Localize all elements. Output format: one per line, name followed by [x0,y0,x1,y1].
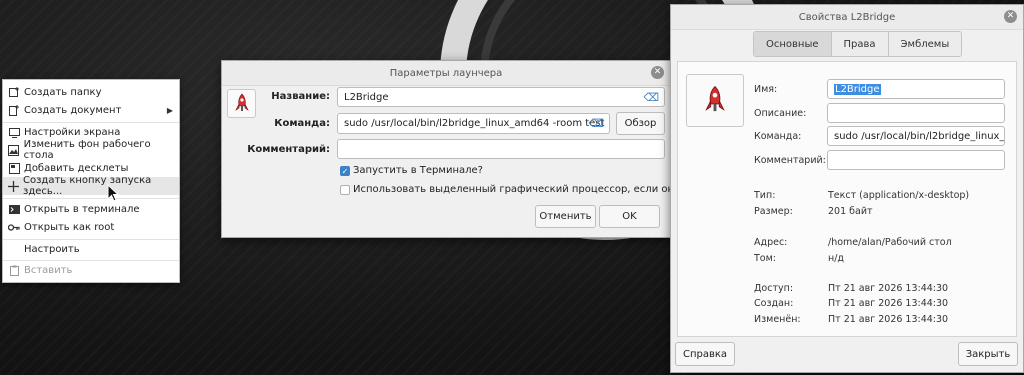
mouse-cursor-icon [107,183,120,205]
terminal-icon [8,203,20,215]
menu-item-new-document[interactable]: Создать документ ▶ [3,101,179,119]
launcher-title: Параметры лаунчера [389,67,503,79]
tab-basic[interactable]: Основные [754,32,832,56]
menu-item-paste: Вставить [3,261,179,279]
new-folder-icon [8,86,20,98]
properties-tabs: Основные Права Эмблемы [753,31,963,57]
name-label: Имя: [754,84,778,95]
menu-item-open-as-root[interactable]: Открыть как root [3,218,179,236]
gpu-checkbox[interactable] [340,185,350,195]
launcher-name-field[interactable]: L2Bridge ⌫ [337,87,665,107]
menu-item-label: Создать папку [24,86,102,98]
help-button[interactable]: Справка [675,342,735,366]
menu-item-customize[interactable]: Настроить [3,240,179,258]
menu-item-label: Настройки экрана [24,126,121,138]
monitor-icon [8,126,20,138]
plus-icon [8,180,19,192]
size-label: Размер: [754,206,793,217]
properties-dialog: Свойства L2Bridge ✕ Основные Права Эмбле… [670,4,1024,373]
paste-icon [8,264,20,276]
cancel-button[interactable]: Отменить [535,205,596,228]
tab-permissions[interactable]: Права [831,32,889,56]
properties-panel: Имя: L2Bridge Описание: Команда: sudo /u… [677,61,1017,337]
terminal-checkbox-label[interactable]: Запустить в Терминале? [353,165,483,176]
rocket-icon [234,93,249,111]
launcher-command-label: Команда: [274,118,330,129]
menu-item-label: Добавить десклеты [24,162,129,174]
menu-item-label: Вставить [24,264,73,276]
volume-value: н/д [828,253,844,264]
properties-titlebar[interactable]: Свойства L2Bridge ✕ [671,5,1023,30]
description-label: Описание: [754,108,807,119]
close-icon[interactable]: ✕ [651,66,664,79]
desklet-icon [8,162,20,174]
new-document-icon [8,104,20,116]
size-value: 201 байт [828,206,873,217]
submenu-arrow-icon: ▶ [166,105,173,115]
description-field[interactable] [827,103,1005,123]
ok-button[interactable]: OK [599,205,660,228]
created-value: Пт 21 авг 2026 13:44:30 [828,298,949,309]
name-field[interactable]: L2Bridge [827,79,1005,99]
tab-emblems[interactable]: Эмблемы [888,32,962,56]
created-label: Создан: [754,298,794,309]
launcher-name-label: Название: [271,91,330,102]
launcher-command-field[interactable]: sudo /usr/local/bin/l2bridge_linux_amd64… [337,113,610,134]
comment-field[interactable] [827,150,1005,170]
menu-item-label: Открыть в терминале [24,203,140,215]
command-label: Команда: [754,131,802,142]
close-icon[interactable]: ✕ [1004,10,1017,23]
backspace-icon[interactable]: ⌫ [643,91,659,104]
file-icon-button[interactable] [686,74,744,127]
name-value-selected: L2Bridge [834,83,881,95]
launcher-name-value: L2Bridge [344,91,389,103]
launcher-comment-field[interactable] [337,139,665,159]
browse-button[interactable]: Обзор [616,112,665,135]
comment-label: Комментарий: [754,155,826,166]
launcher-titlebar[interactable]: Параметры лаунчера ✕ [222,61,670,86]
launcher-dialog: Параметры лаунчера ✕ Название: L2Bridge … [221,60,727,238]
menu-item-label: Создать кнопку запуска здесь... [23,175,152,197]
terminal-checkbox[interactable]: ✓ [340,166,350,176]
type-value: Текст (application/x-desktop) [828,190,970,201]
accessed-label: Доступ: [754,283,794,294]
location-label: Адрес: [754,237,788,248]
type-label: Тип: [754,190,776,201]
backspace-icon[interactable]: ⌫ [588,117,604,130]
menu-item-create-launcher[interactable]: Создать кнопку запуска здесь... [3,175,179,197]
menu-separator [3,198,179,199]
menu-item-open-terminal[interactable]: Открыть в терминале [3,200,179,218]
accessed-value: Пт 21 авг 2026 13:44:30 [828,283,949,294]
properties-title: Свойства L2Bridge [798,11,896,23]
menu-item-label: Создать документ [24,104,122,116]
modified-label: Изменён: [754,314,801,325]
location-value: /home/alan/Рабочий стол [828,237,952,248]
rocket-icon [705,85,725,111]
desktop-context-menu: Создать папку Создать документ ▶ Настрой… [2,79,180,283]
menu-item-change-background[interactable]: Изменить фон рабочего стола [3,139,179,161]
menu-item-label: Открыть как root [24,221,115,233]
command-value: sudo /usr/local/bin/l2bridge_linux_amd [834,130,1005,142]
menu-item-label: Настроить [24,243,80,255]
modified-value: Пт 21 авг 2026 13:44:30 [828,314,949,325]
volume-label: Том: [754,253,776,264]
command-field[interactable]: sudo /usr/local/bin/l2bridge_linux_amd [827,126,1005,146]
close-button[interactable]: Закрыть [958,342,1018,366]
menu-item-label: Изменить фон рабочего стола [23,139,151,161]
key-icon [8,221,20,233]
launcher-command-value: sudo /usr/local/bin/l2bridge_linux_amd64… [344,118,605,129]
menu-item-new-folder[interactable]: Создать папку [3,83,179,101]
wallpaper-icon [8,144,20,156]
launcher-comment-label: Комментарий: [247,144,330,155]
launcher-icon-button[interactable] [227,89,256,118]
